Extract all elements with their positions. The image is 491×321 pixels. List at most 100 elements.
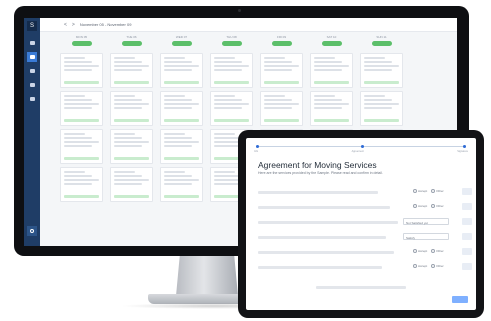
next-week-button[interactable]: > (72, 22, 75, 28)
day-status-pill[interactable] (121, 41, 142, 46)
radio-label: Accept (418, 189, 428, 193)
job-card[interactable] (260, 91, 303, 126)
row-action-chip[interactable] (462, 233, 472, 240)
calendar-icon (29, 55, 35, 59)
card-status-bar (114, 119, 149, 122)
job-card[interactable] (160, 53, 203, 88)
card-text-line (264, 57, 285, 59)
card-text-line (164, 65, 199, 67)
card-text-line (164, 99, 192, 101)
card-text-line (64, 141, 99, 143)
job-card[interactable] (160, 91, 203, 126)
card-text-line (164, 141, 199, 143)
day-label: FRI 09 (276, 35, 286, 39)
radio-option-no[interactable]: Other (431, 204, 444, 208)
job-card[interactable] (110, 167, 153, 202)
day-column: MON 05 (60, 36, 103, 202)
day-status-pill[interactable] (171, 41, 192, 46)
agreement-row: Accept Other (258, 246, 472, 261)
row-action-chip[interactable] (462, 218, 472, 225)
day-status-pill[interactable] (371, 41, 392, 46)
card-text-line (164, 137, 192, 139)
row-action-chip[interactable] (462, 248, 472, 255)
job-card[interactable] (210, 53, 253, 88)
day-label: SAT 10 (326, 35, 337, 39)
radio-option-yes[interactable]: Accept (413, 204, 427, 208)
row-action-chip[interactable] (462, 203, 472, 210)
job-card[interactable] (160, 129, 203, 164)
card-text-line (114, 57, 135, 59)
job-card[interactable] (110, 129, 153, 164)
job-card[interactable] (360, 91, 403, 126)
card-text-line (164, 145, 192, 147)
progress-steps: Info Agreement Signature (254, 150, 468, 153)
next-button[interactable] (452, 296, 468, 303)
prev-week-button[interactable]: < (64, 22, 67, 28)
radio-label: Accept (418, 249, 428, 253)
radio-option-no[interactable]: Other (431, 189, 444, 193)
job-card[interactable] (260, 53, 303, 88)
card-text-line (114, 69, 142, 71)
card-text-line (64, 57, 85, 59)
row-action-chip[interactable] (462, 188, 472, 195)
card-text-line (64, 133, 85, 135)
job-card[interactable] (310, 53, 353, 88)
row-action-chip[interactable] (462, 263, 472, 270)
status-select[interactable]: Not Satisfied yet (403, 218, 449, 225)
sidebar-item-dashboard[interactable] (27, 38, 37, 48)
job-card[interactable] (160, 167, 203, 202)
day-header: SUN 11 (360, 36, 403, 50)
job-card[interactable] (210, 91, 253, 126)
sidebar-item-settings[interactable] (27, 94, 37, 104)
card-status-bar (64, 81, 99, 84)
card-text-line (64, 103, 99, 105)
radio-group: Accept Other (413, 204, 444, 208)
job-card[interactable] (60, 129, 103, 164)
sidebar-item-reports[interactable] (27, 80, 37, 90)
job-card[interactable] (360, 53, 403, 88)
card-text-line (214, 69, 242, 71)
card-text-line (364, 69, 392, 71)
card-status-bar (164, 119, 199, 122)
sidebar-item-jobs[interactable] (27, 66, 37, 76)
radio-option-yes[interactable]: Accept (413, 249, 427, 253)
card-text-line (164, 133, 185, 135)
status-select[interactable]: Satisfy (403, 233, 449, 240)
day-status-pill[interactable] (321, 41, 342, 46)
job-card[interactable] (110, 91, 153, 126)
sidebar-item-calendar[interactable] (27, 52, 37, 62)
job-card[interactable] (60, 91, 103, 126)
job-card[interactable] (60, 53, 103, 88)
day-header: TUE 06 (110, 36, 153, 50)
card-text-line (214, 57, 235, 59)
card-text-line (314, 65, 349, 67)
radio-option-no[interactable]: Other (431, 264, 444, 268)
card-text-line (214, 107, 242, 109)
job-card[interactable] (60, 167, 103, 202)
day-header: MON 05 (60, 36, 103, 50)
job-card[interactable] (310, 91, 353, 126)
card-status-bar (264, 119, 299, 122)
day-status-pill[interactable] (221, 41, 242, 46)
card-text-line (164, 179, 199, 181)
card-text-line (264, 69, 292, 71)
agreement-question (258, 206, 390, 209)
search-button[interactable] (27, 226, 37, 236)
radio-icon (431, 264, 436, 268)
radio-option-no[interactable]: Other (431, 249, 444, 253)
day-label: SUN 11 (376, 35, 387, 39)
card-text-line (64, 145, 92, 147)
job-card[interactable] (110, 53, 153, 88)
radio-label: Other (436, 189, 444, 193)
day-status-pill[interactable] (71, 41, 92, 46)
radio-icon (431, 249, 436, 253)
card-text-line (364, 103, 399, 105)
radio-option-yes[interactable]: Accept (413, 189, 427, 193)
card-text-line (64, 175, 92, 177)
day-status-pill[interactable] (271, 41, 292, 46)
card-text-line (314, 61, 342, 63)
card-text-line (64, 69, 92, 71)
card-text-line (164, 107, 192, 109)
radio-option-yes[interactable]: Accept (413, 264, 427, 268)
card-text-line (114, 171, 135, 173)
